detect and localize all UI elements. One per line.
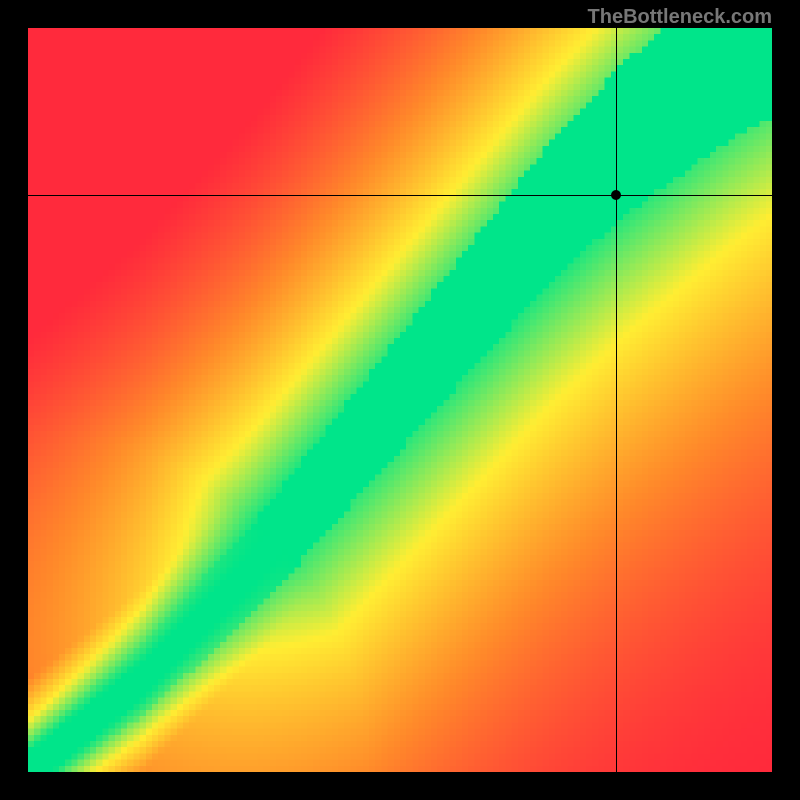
watermark-text: TheBottleneck.com	[588, 6, 772, 29]
heatmap-canvas	[28, 28, 772, 772]
heatmap-plot	[28, 28, 772, 772]
